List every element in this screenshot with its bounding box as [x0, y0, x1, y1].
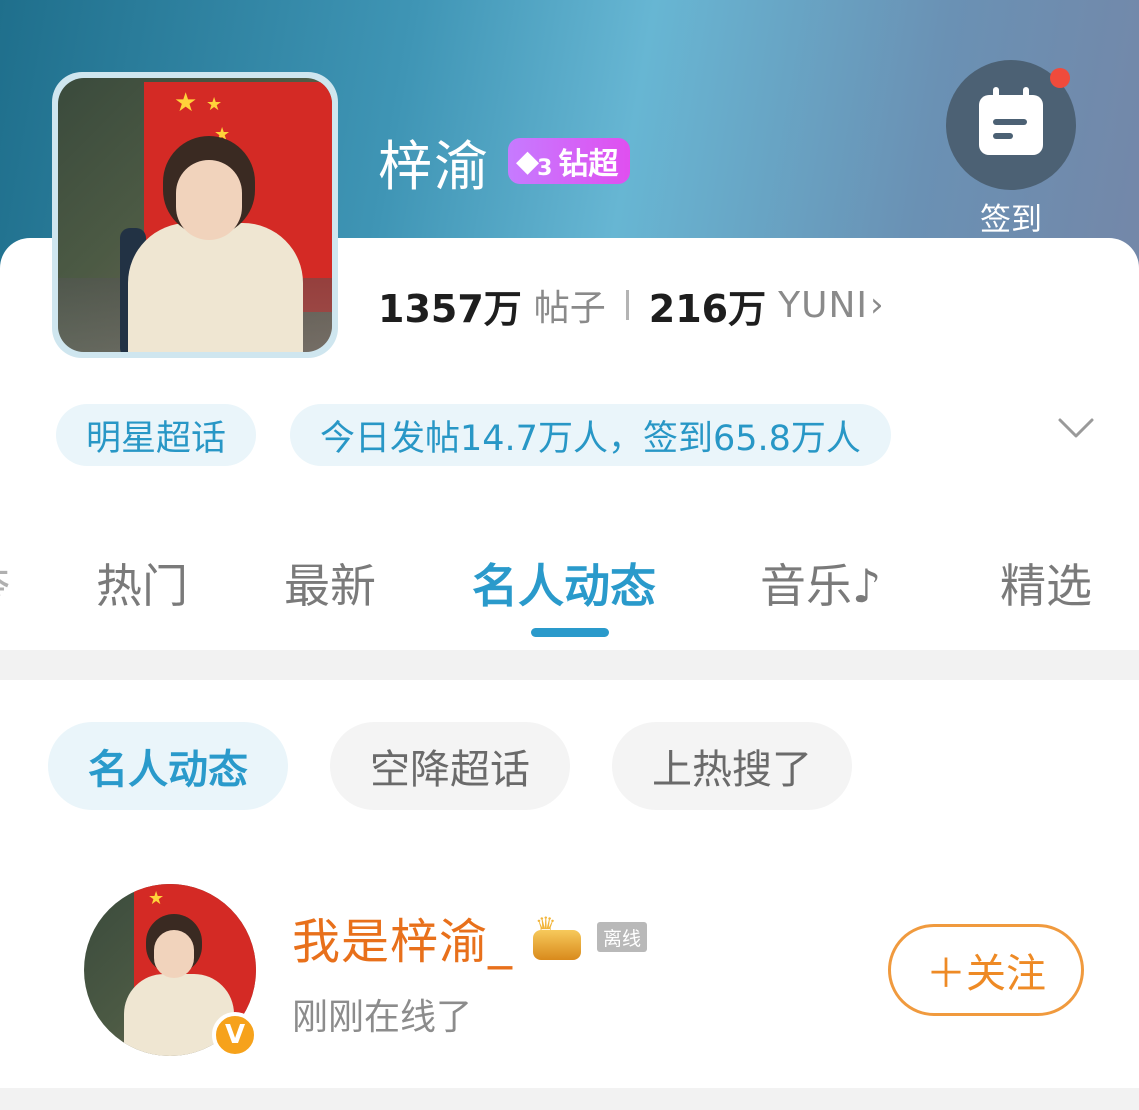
subtab-celebrity[interactable]: 名人动态	[48, 722, 288, 810]
stats-row[interactable]: 1357万 帖子 216万 YUNI ›	[378, 280, 884, 331]
calendar-icon	[979, 87, 1043, 155]
posts-label: 帖子	[533, 288, 606, 329]
tab-latest[interactable]: 最新	[284, 550, 376, 616]
badge-label: 钻超	[558, 147, 619, 182]
post-subtitle: 刚刚在线了	[292, 997, 473, 1038]
calendar-line	[993, 133, 1013, 139]
chevron-down-icon[interactable]	[1056, 408, 1096, 448]
info-chips: 明星超话 今日发帖14.7万人，签到65.8万人	[56, 404, 891, 466]
supertopic-avatar[interactable]: ★ ★ ★	[52, 72, 338, 358]
title-row: 梓渝 ◆ 3 钻超	[378, 126, 631, 198]
badge-level: 3	[537, 155, 553, 181]
signin-label: 签到	[980, 202, 1042, 238]
flag-star-icon: ★	[206, 94, 223, 115]
diamond-level-badge[interactable]: ◆ 3 钻超	[508, 138, 631, 184]
offline-tag: 离线	[597, 922, 648, 952]
chip-star-topic[interactable]: 明星超话	[56, 404, 257, 466]
calendar-line	[993, 119, 1027, 125]
stats-divider	[625, 290, 629, 320]
main-tabs: 热门 最新 名人动态 音乐♪ 精选	[0, 540, 1139, 630]
bottom-divider	[0, 1088, 1139, 1110]
chevron-right-icon: ›	[870, 285, 884, 325]
posts-count: 1357万	[378, 286, 522, 331]
active-tab-indicator	[531, 628, 609, 637]
tab-music[interactable]: 音乐♪	[760, 550, 881, 616]
avatar-photo: ★ ★ ★	[58, 78, 332, 352]
section-divider	[0, 650, 1139, 680]
tab-hot[interactable]: 热门	[96, 550, 188, 616]
person-face-graphic	[154, 930, 194, 978]
sub-tabs: 名人动态 空降超话 上热搜了	[48, 722, 852, 810]
signin-circle[interactable]	[946, 60, 1076, 190]
follow-button[interactable]: ＋关注	[888, 924, 1084, 1016]
diamond-icon: ◆	[516, 143, 540, 179]
crown-body-graphic	[533, 930, 582, 960]
page-title: 梓渝	[378, 134, 490, 198]
person-body-graphic	[128, 223, 303, 352]
subtab-trending[interactable]: 上热搜了	[612, 722, 852, 810]
verified-v-icon: V	[212, 1012, 258, 1058]
chip-daily-activity[interactable]: 今日发帖14.7万人，签到65.8万人	[290, 404, 891, 466]
fans-label: YUNI	[778, 284, 868, 326]
flag-star-icon: ★	[148, 888, 165, 909]
subtab-airdrop[interactable]: 空降超话	[330, 722, 570, 810]
person-face-graphic	[176, 160, 242, 240]
post-username[interactable]: 我是梓渝_	[292, 902, 513, 972]
signin-button[interactable]: 签到	[946, 60, 1076, 239]
notification-dot	[1050, 68, 1070, 88]
tab-celebrity[interactable]: 名人动态	[472, 550, 656, 616]
crown-badge-icon: ♛	[529, 912, 585, 962]
post-name-row: 我是梓渝_ ♛ 离线	[292, 902, 648, 972]
fans-count: 216万	[648, 286, 767, 331]
flag-star-icon: ★	[174, 88, 198, 118]
tab-featured[interactable]: 精选	[1000, 550, 1092, 616]
